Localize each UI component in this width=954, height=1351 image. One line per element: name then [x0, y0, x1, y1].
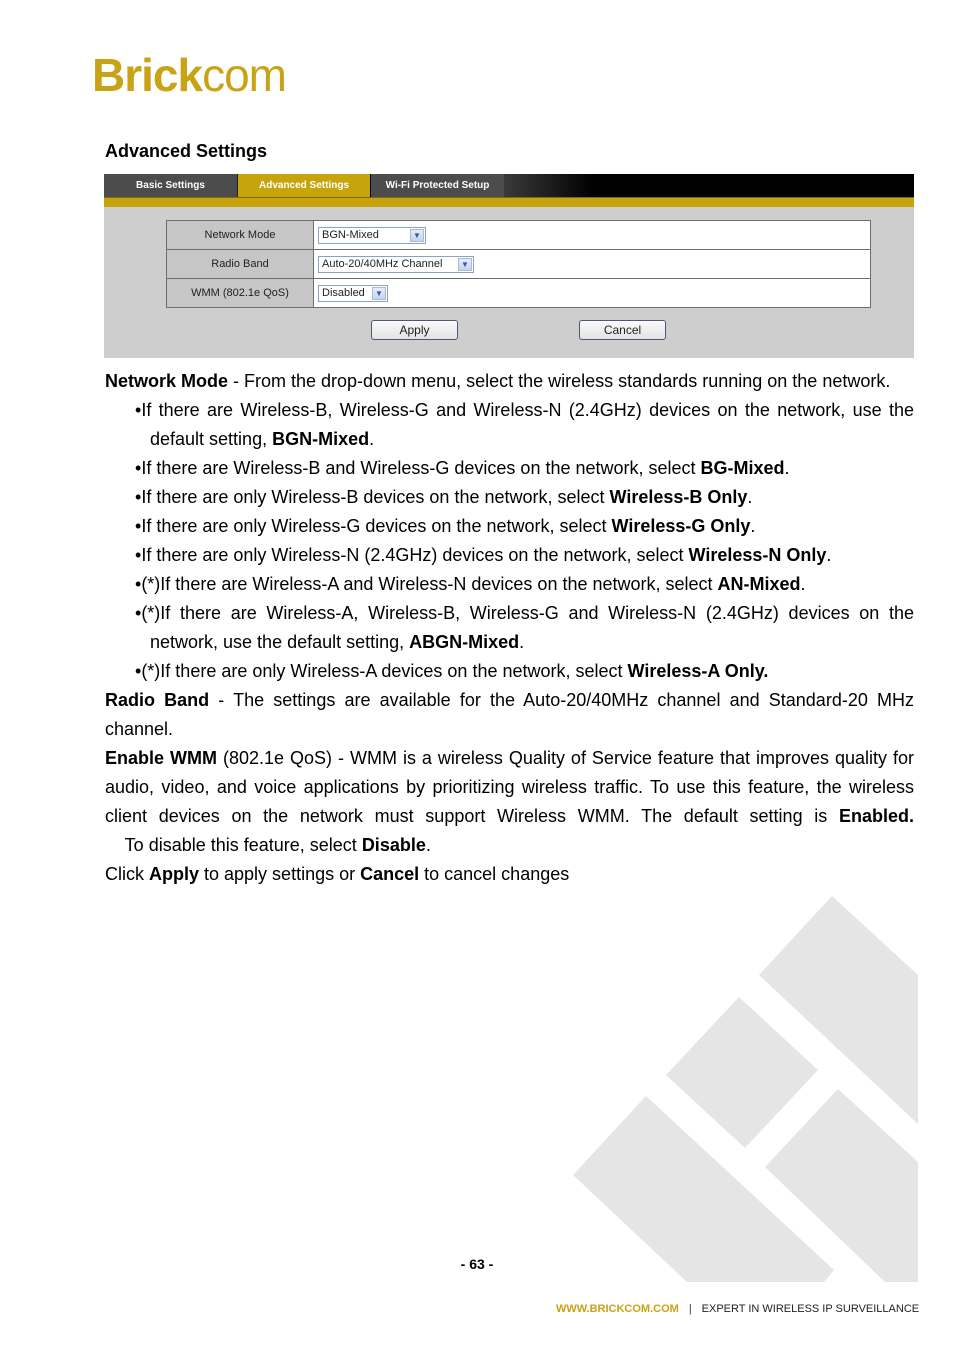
bullet-item: •If there are only Wireless-B devices on… — [135, 487, 753, 507]
footer-url[interactable]: WWW.BRICKCOM.COM — [556, 1303, 679, 1315]
tab-bar: Basic Settings Advanced Settings Wi-Fi P… — [104, 174, 914, 197]
wmm-paragraph: Enable WMM (802.1e QoS) - WMM is a wirel… — [105, 748, 914, 855]
chevron-down-icon: ▼ — [410, 228, 424, 242]
tab-underline — [104, 197, 914, 207]
cancel-button[interactable]: Cancel — [579, 320, 666, 340]
radio-band-label: Radio Band — [166, 249, 314, 279]
wmm-select[interactable]: Disabled ▼ — [318, 284, 388, 302]
table-row: Radio Band Auto-20/40MHz Channel ▼ — [166, 249, 871, 279]
advanced-settings-screenshot: Basic Settings Advanced Settings Wi-Fi P… — [104, 174, 914, 358]
bullet-item: •(*)If there are Wireless-A, Wireless-B,… — [135, 603, 914, 652]
bullet-item: •(*)If there are Wireless-A and Wireless… — [135, 574, 806, 594]
apply-button[interactable]: Apply — [371, 320, 458, 340]
chevron-down-icon: ▼ — [372, 286, 386, 300]
wmm-label: WMM (802.1e QoS) — [166, 278, 314, 308]
bullet-item: •If there are Wireless-B, Wireless-G and… — [135, 400, 914, 449]
bullet-item: •If there are only Wireless-N (2.4GHz) d… — [135, 545, 832, 565]
chevron-down-icon: ▼ — [458, 257, 472, 271]
bullet-item: •If there are only Wireless-G devices on… — [135, 516, 756, 536]
radio-band-select[interactable]: Auto-20/40MHz Channel ▼ — [318, 255, 474, 273]
brick-watermark-graphic — [573, 896, 918, 1282]
footer-tagline: EXPERT IN WIRELESS IP SURVEILLANCE — [701, 1303, 920, 1315]
table-row: WMM (802.1e QoS) Disabled ▼ — [166, 278, 871, 308]
network-mode-paragraph: Network Mode - From the drop-down menu, … — [105, 371, 891, 391]
table-row: Network Mode BGN-Mixed ▼ — [166, 220, 871, 250]
section-title: Advanced Settings — [105, 141, 268, 161]
watermark-brick — [666, 997, 818, 1148]
click-apply-paragraph: Click Apply to apply settings or Cancel … — [105, 864, 570, 884]
tab-basic-settings[interactable]: Basic Settings — [104, 174, 238, 197]
network-mode-bullet-list: •If there are Wireless-B, Wireless-G and… — [105, 396, 914, 686]
document-body: Network Mode - From the drop-down menu, … — [105, 367, 914, 889]
footer: WWW.BRICKCOM.COM | EXPERT IN WIRELESS IP S… — [556, 1303, 920, 1315]
bullet-item: •If there are Wireless-B and Wireless-G … — [135, 458, 790, 478]
tab-wifi-protected-setup[interactable]: Wi-Fi Protected Setup — [371, 174, 504, 197]
network-mode-label: Network Mode — [166, 220, 314, 250]
network-mode-select[interactable]: BGN-Mixed ▼ — [318, 226, 426, 244]
brickcom-logo: Brickcom — [92, 49, 287, 101]
tab-advanced-settings[interactable]: Advanced Settings — [238, 174, 370, 197]
page-number: - 63 - — [460, 1256, 494, 1272]
settings-table: Network Mode BGN-Mixed ▼ Radio Band Auto… — [166, 220, 871, 308]
bullet-item: •(*)If there are only Wireless-A devices… — [135, 661, 769, 681]
radio-band-paragraph: Radio Band - The settings are available … — [105, 690, 914, 739]
